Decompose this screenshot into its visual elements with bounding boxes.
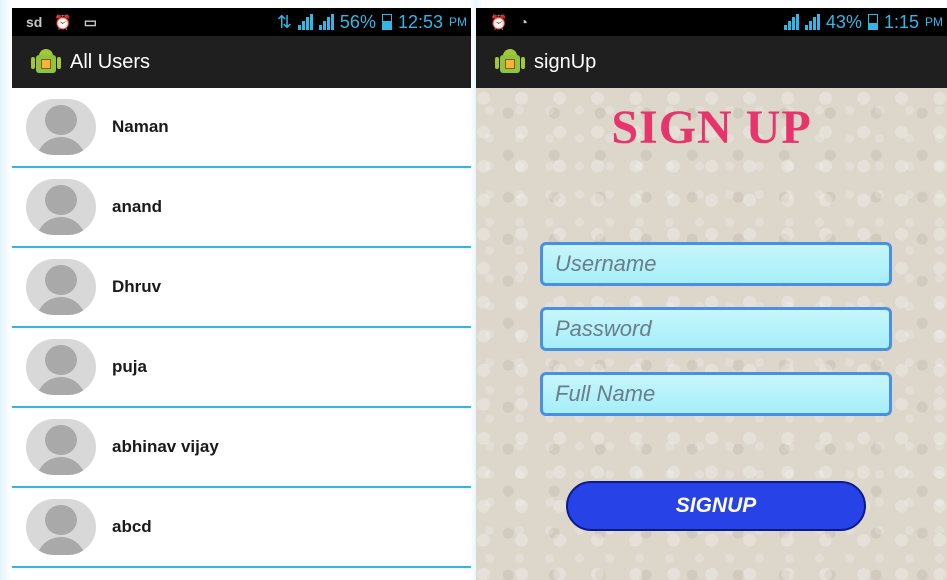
username-field[interactable]: Username — [540, 242, 892, 286]
password-placeholder: Password — [555, 316, 652, 341]
list-item[interactable]: abcd — [12, 488, 471, 568]
android-app-icon[interactable] — [495, 49, 525, 75]
alarm-icon: ⏰ — [54, 13, 72, 30]
carrier-label: sd — [26, 14, 43, 30]
page-title: All Users — [70, 50, 151, 73]
list-item[interactable]: abhinav vijay — [12, 408, 471, 488]
battery-icon — [867, 14, 878, 30]
list-item[interactable]: puja — [12, 328, 471, 408]
user-name: anand — [112, 197, 163, 216]
signal-icon — [318, 14, 334, 30]
signup-button[interactable]: SIGNUP — [566, 481, 866, 531]
android-app-icon[interactable] — [31, 49, 61, 75]
user-name: Naman — [112, 117, 169, 136]
password-field[interactable]: Password — [540, 307, 892, 351]
avatar-icon — [26, 259, 96, 315]
status-bar: ⏰ ◔ 43% 1:15 PM — [476, 8, 947, 36]
action-bar: All Users — [12, 36, 471, 88]
list-item[interactable]: anand — [12, 168, 471, 248]
alarm-icon: ⏰ — [490, 13, 508, 30]
battery-icon — [381, 14, 392, 30]
page-title: signUp — [534, 50, 597, 73]
fullname-placeholder: Full Name — [555, 381, 656, 406]
clock-ampm: PM — [925, 15, 943, 29]
user-list: Naman anand Dhruv puja abhinav vijay abc… — [12, 88, 471, 580]
user-name: abcd — [112, 517, 152, 536]
list-item[interactable]: Naman — [12, 88, 471, 168]
signal-icon — [297, 14, 313, 30]
signup-screen: ⏰ ◔ 43% 1:15 PM signUp SIGN UP Username … — [476, 8, 947, 580]
list-item-partial[interactable] — [12, 568, 471, 580]
battery-percent: 56% — [339, 11, 376, 32]
wifi-icon: ◔ — [519, 14, 528, 30]
all-users-screen: sd ⏰ ▭ ⇅ 56% 12:53 PM All Users Naman an… — [12, 8, 471, 580]
avatar-icon — [26, 179, 96, 235]
clock-time: 12:53 — [397, 11, 443, 32]
user-name: abhinav vijay — [112, 437, 219, 456]
avatar-icon — [26, 99, 96, 155]
signal-icon — [804, 14, 820, 30]
signup-button-label: SIGNUP — [675, 494, 757, 517]
signal-icon — [783, 14, 799, 30]
avatar-icon — [26, 339, 96, 395]
user-name: puja — [112, 357, 147, 376]
fullname-field[interactable]: Full Name — [540, 372, 892, 416]
battery-percent: 43% — [825, 11, 862, 32]
image-icon: ▭ — [83, 13, 98, 30]
avatar-icon — [26, 499, 96, 555]
clock-time: 1:15 — [883, 11, 919, 32]
wifi-icon: ⇅ — [276, 11, 292, 32]
user-name: Dhruv — [112, 277, 162, 296]
signup-heading: SIGN UP — [611, 101, 812, 154]
username-placeholder: Username — [555, 251, 657, 276]
clock-ampm: PM — [449, 15, 467, 29]
action-bar: signUp — [476, 36, 947, 88]
avatar-icon — [26, 419, 96, 475]
list-item[interactable]: Dhruv — [12, 248, 471, 328]
status-bar: sd ⏰ ▭ ⇅ 56% 12:53 PM — [12, 8, 471, 36]
